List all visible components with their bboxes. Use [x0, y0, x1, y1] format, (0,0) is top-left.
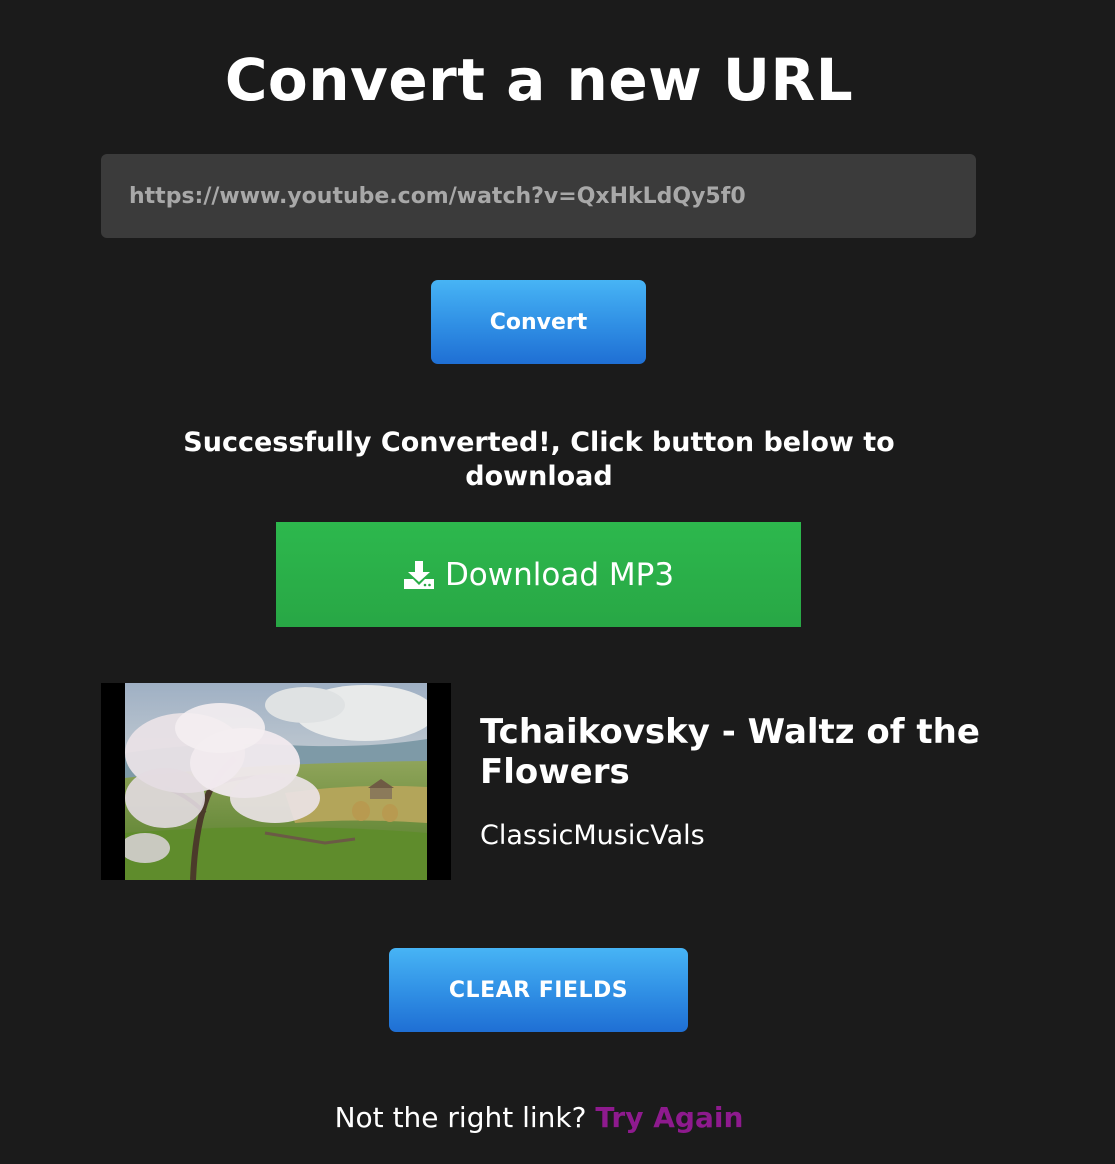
url-input[interactable]	[101, 154, 976, 238]
video-title: Tchaikovsky - Waltz of the Flowers	[480, 712, 980, 792]
download-icon	[403, 560, 435, 590]
download-label: Download MP3	[444, 556, 675, 593]
page-container: Convert a new URL Convert Successfully C…	[0, 0, 1115, 1164]
download-mp3-button[interactable]: Download MP3	[276, 522, 801, 627]
page-title: Convert a new URL	[224, 46, 854, 114]
retry-row: Not the right link? Try Again	[0, 1098, 1078, 1138]
retry-prompt: Not the right link?	[334, 1101, 587, 1134]
video-thumbnail	[101, 683, 451, 880]
clear-fields-button[interactable]: CLEAR FIELDS	[389, 948, 688, 1032]
convert-button[interactable]: Convert	[431, 280, 646, 364]
channel-name: ClassicMusicVals	[480, 820, 705, 851]
success-message: Successfully Converted!, Click button be…	[183, 427, 895, 492]
try-again-link[interactable]: Try Again	[595, 1101, 743, 1134]
